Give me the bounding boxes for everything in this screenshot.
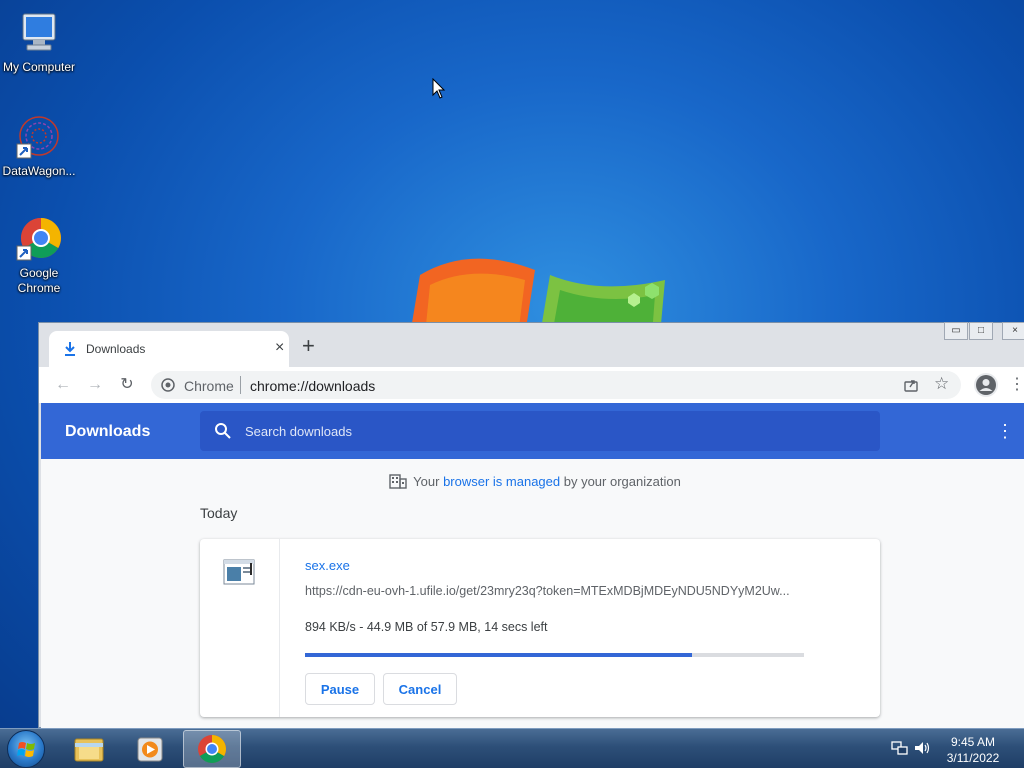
managed-link[interactable]: browser is managed [443,474,560,489]
bookmark-star-icon[interactable]: ☆ [934,374,949,394]
desktop-icon-label: My Computer [2,60,76,74]
desktop-icon-my-computer[interactable]: My Computer [0,10,78,75]
cancel-button[interactable]: Cancel [383,673,457,705]
media-player-icon [137,737,163,762]
building-icon [389,474,407,489]
close-window-button[interactable]: × [1002,322,1024,340]
network-icon[interactable] [890,739,908,757]
mouse-cursor-icon [432,78,446,99]
download-icon [65,342,75,356]
taskbar: 9:45 AM 3/11/2022 [0,728,1024,768]
profile-avatar[interactable] [974,373,998,397]
maximize-icon: □ [977,325,985,336]
download-item: sex.exe https://cdn-eu-ovh-1.ufile.io/ge… [200,539,880,717]
managed-text-prefix: Your [413,474,444,489]
maximize-button[interactable]: □ [969,322,993,340]
reload-icon[interactable]: ↻ [117,375,137,395]
omnibox-separator [240,376,241,394]
file-icon-column [200,539,280,717]
system-clock[interactable]: 9:45 AM 3/11/2022 [938,734,1008,766]
tab-downloads[interactable]: Downloads × [49,331,289,367]
chrome-icon [15,216,63,264]
file-icon [223,559,255,585]
search-icon [215,423,231,439]
managed-text-suffix: by your organization [560,474,681,489]
tab-title: Downloads [86,342,146,356]
desktop-icon-label: Google Chrome [17,266,61,295]
omnibox-scheme: Chrome [184,378,234,394]
chrome-menu-icon[interactable]: ⋮ [1009,375,1024,395]
close-icon: × [1012,325,1018,336]
forward-icon[interactable]: → [85,375,105,395]
clock-date: 3/11/2022 [946,751,1000,765]
clock-time: 9:45 AM [950,735,996,749]
chrome-window: Downloads × + ▭ □ × ← → ↻ Chrome chrome:… [38,322,1024,729]
file-source-url[interactable]: https://cdn-eu-ovh-1.ufile.io/get/23mry2… [305,584,805,598]
address-bar[interactable]: Chrome chrome://downloads ☆ [151,371,961,399]
chrome-icon [198,735,226,763]
share-icon[interactable] [903,377,919,393]
computer-icon [15,10,63,58]
more-actions-icon[interactable]: ⋮ [996,421,1014,441]
date-heading: Today [200,505,238,521]
back-icon[interactable]: ← [53,375,73,395]
datawagon-icon [15,114,63,162]
browser-toolbar: ← → ↻ Chrome chrome://downloads ☆ ⋮ [39,367,1024,403]
file-name-link[interactable]: sex.exe [305,558,350,573]
downloads-page: Downloads ⋮ Your browser is managed by y… [41,403,1024,729]
downloads-header: Downloads ⋮ [41,403,1024,459]
omnibox-url[interactable]: chrome://downloads [250,378,375,394]
taskbar-chrome[interactable] [183,730,241,768]
search-box[interactable] [200,411,880,451]
search-input[interactable] [245,421,845,441]
taskbar-media-player[interactable] [121,730,179,768]
tab-close-icon[interactable]: × [275,340,284,356]
chrome-site-icon [161,378,175,392]
profile-icon [976,375,996,395]
minimize-button[interactable]: ▭ [944,322,968,340]
minimize-icon: ▭ [951,325,961,336]
tab-strip: Downloads × + ▭ □ × [39,322,1024,367]
start-button[interactable] [7,730,45,768]
pause-button[interactable]: Pause [305,673,375,705]
windows-start-icon [17,742,35,757]
managed-notice: Your browser is managed by your organiza… [41,473,1024,489]
desktop-icon-label: DataWagon... [2,164,76,178]
folder-icon [74,738,104,762]
download-status: 894 KB/s - 44.9 MB of 57.9 MB, 14 secs l… [305,620,548,634]
taskbar-explorer[interactable] [60,730,118,768]
desktop-icon-datawagon[interactable]: DataWagon... [0,114,78,179]
page-title: Downloads [65,423,151,440]
download-progress-bar [305,653,804,657]
download-progress-fill [305,653,692,657]
new-tab-button[interactable]: + [302,335,315,357]
volume-icon[interactable] [913,739,931,757]
desktop-icon-google-chrome[interactable]: Google Chrome [0,216,78,296]
